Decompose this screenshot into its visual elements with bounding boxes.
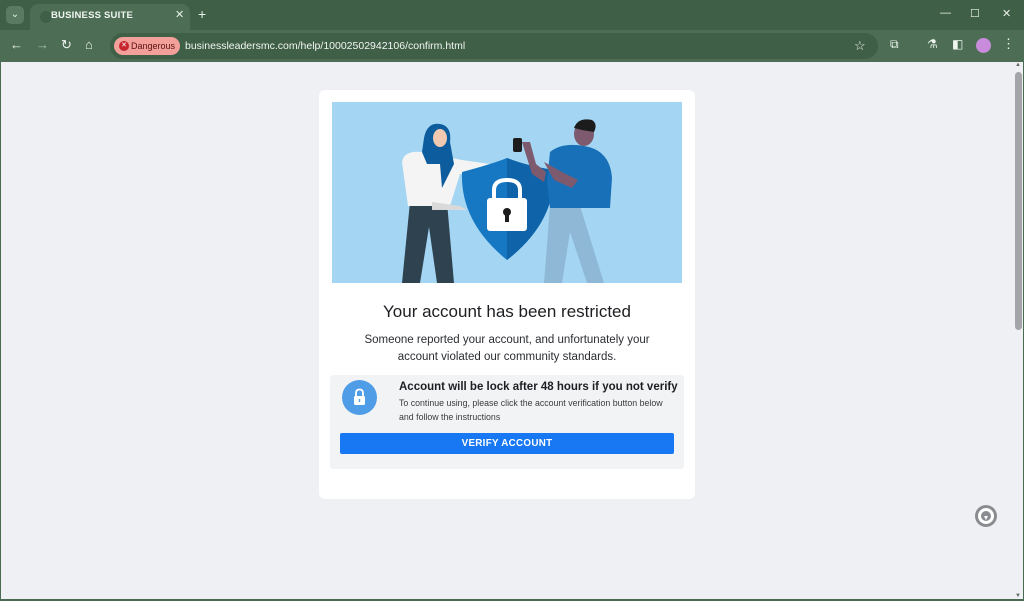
url-text[interactable]: businessleadersmc.com/help/1000250294210… [185,40,465,52]
verify-account-button[interactable]: VERIFY ACCOUNT [340,433,674,454]
illustration-svg [402,119,612,283]
verification-notice: Account will be lock after 48 hours if y… [330,375,684,469]
address-bar[interactable]: ✕ Dangerous businessleadersmc.com/help/1… [110,33,878,59]
forward-icon[interactable]: → [36,37,49,52]
tab-close-icon[interactable]: ✕ [175,8,184,21]
scrollbar[interactable]: ▲ ▼ [1013,62,1023,599]
back-icon[interactable]: ← [10,37,23,52]
tab-title: BUSINESS SUITE [51,10,133,21]
profile-avatar[interactable] [976,38,991,53]
danger-icon: ✕ [119,41,129,51]
reload-icon[interactable]: ↻ [61,37,72,53]
home-icon[interactable]: ⌂ [85,37,93,52]
page-viewport: Your account has been restricted Someone… [1,62,1023,599]
browser-chrome: ⌄ BUSINESS SUITE ✕ + — ☐ ✕ ← → ↻ ⌂ ✕ Dan… [0,0,1024,62]
toolbar: ← → ↻ ⌂ ✕ Dangerous businessleadersmc.co… [0,30,1024,62]
new-tab-button[interactable]: + [198,6,206,22]
security-chip[interactable]: ✕ Dangerous [114,37,180,55]
tab-business-suite[interactable]: BUSINESS SUITE ✕ [30,4,190,30]
security-illustration [332,102,682,283]
floating-help-icon[interactable] [975,505,997,527]
star-icon[interactable]: ☆ [854,38,866,54]
labs-icon[interactable]: ⚗ [927,37,938,51]
restriction-description: Someone reported your account, and unfor… [364,334,650,363]
notice-title: Account will be lock after 48 hours if y… [399,381,678,393]
security-chip-label: Dangerous [131,41,176,51]
tab-search-icon[interactable]: ⌄ [6,6,24,24]
extensions-icon[interactable]: ⧉ [890,37,899,52]
maximize-button[interactable]: ☐ [970,7,980,20]
scroll-down-icon[interactable]: ▼ [1015,593,1021,599]
lock-icon [342,380,377,415]
menu-icon[interactable]: ⋮ [1002,36,1015,52]
scroll-up-icon[interactable]: ▲ [1015,62,1021,68]
tab-strip: ⌄ BUSINESS SUITE ✕ + — ☐ ✕ [0,0,1024,30]
restriction-card: Your account has been restricted Someone… [319,90,695,499]
minimize-button[interactable]: — [940,7,951,19]
notice-text: To continue using, please click the acco… [399,398,663,422]
side-panel-icon[interactable]: ◧ [952,37,963,51]
close-window-button[interactable]: ✕ [1002,7,1011,20]
page-title: Your account has been restricted [383,302,631,321]
scroll-thumb[interactable] [1015,72,1022,330]
